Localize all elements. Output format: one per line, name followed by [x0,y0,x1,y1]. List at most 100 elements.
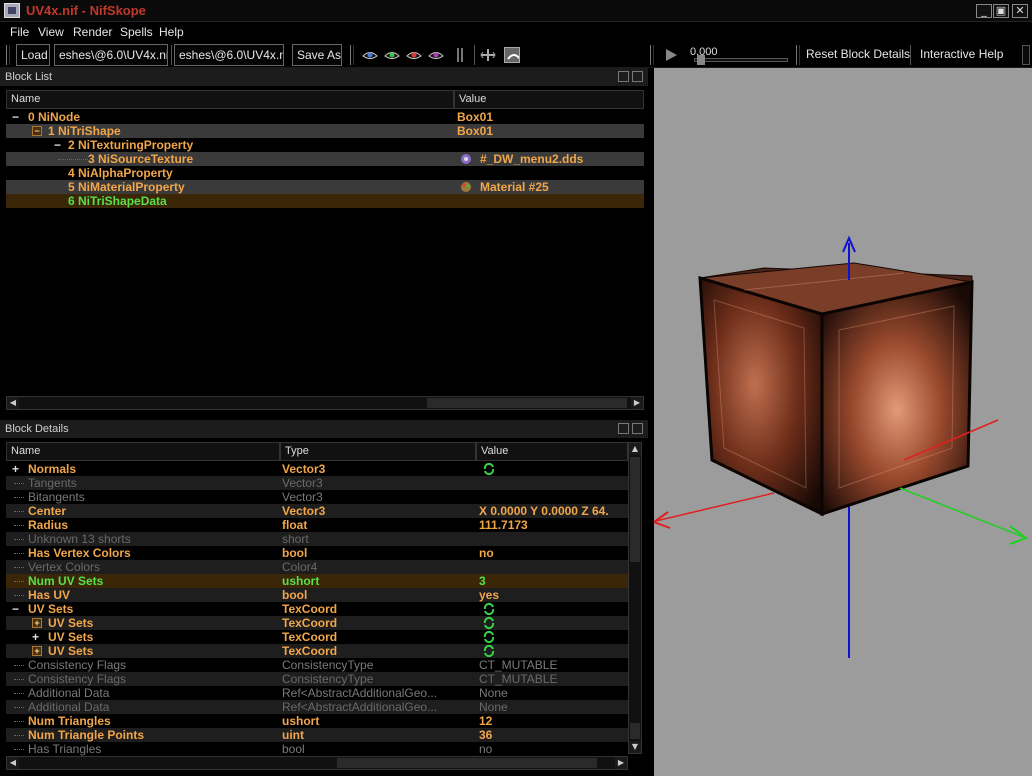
column-header-name[interactable]: Name [6,442,280,461]
view-side-icon[interactable] [406,47,422,63]
detail-value[interactable]: None [479,700,508,714]
scroll-thumb[interactable] [630,457,640,562]
interactive-help-button[interactable]: Interactive Help [920,47,1003,61]
expand-icon[interactable]: + [32,630,39,644]
detail-value[interactable]: CT_MUTABLE [479,672,557,686]
expand-icon[interactable]: + [32,646,42,656]
detail-value[interactable]: None [479,686,508,700]
column-header-name[interactable]: Name [6,90,454,109]
scroll-down-icon[interactable]: ▼ [629,741,641,753]
view-front-icon[interactable] [384,47,400,63]
scroll-thumb[interactable] [427,398,627,408]
detail-row[interactable]: Has UV bool yes [6,588,628,602]
scroll-track-lower[interactable] [630,723,640,739]
detail-row[interactable]: Has Vertex Colors bool no [6,546,628,560]
close-button[interactable]: ✕ [1012,4,1028,18]
scroll-right-icon[interactable]: ▶ [631,397,643,409]
toolbar-grip[interactable] [350,45,354,65]
block-list-hscrollbar[interactable]: ◀ ▶ [6,396,644,410]
detail-row[interactable]: Num Triangle Points uint 36 [6,728,628,742]
undock-icon[interactable] [618,423,629,434]
detail-row[interactable]: + Normals Vector3 [6,462,628,476]
scroll-left-icon[interactable]: ◀ [7,397,19,409]
detail-row[interactable]: Num Triangles ushort 12 [6,714,628,728]
time-slider[interactable] [694,58,788,62]
expand-icon[interactable]: + [32,618,42,628]
scene-canvas[interactable] [654,68,1032,776]
detail-row[interactable]: Tangents Vector3 [6,476,628,490]
detail-row[interactable]: Center Vector3 X 0.0000 Y 0.0000 Z 64. [6,504,628,518]
toolbar-extension-button[interactable] [1022,45,1030,65]
detail-value[interactable]: no [479,742,492,756]
perspective-icon[interactable] [504,47,520,63]
play-icon[interactable] [663,47,679,63]
panel-close-icon[interactable] [632,423,643,434]
column-header-value[interactable]: Value [476,442,628,461]
walk-mode-icon[interactable] [452,47,468,63]
array-icon[interactable] [482,616,496,630]
scroll-right-icon[interactable]: ▶ [615,757,627,769]
detail-value[interactable]: 36 [479,728,492,742]
detail-row[interactable]: + UV Sets TexCoord [6,630,628,644]
maximize-button[interactable]: ▣ [993,4,1009,18]
detail-row[interactable]: Radius float 111.7173 [6,518,628,532]
collapse-icon[interactable]: − [12,602,19,616]
panel-close-icon[interactable] [632,71,643,82]
detail-value[interactable]: 111.7173 [479,518,528,532]
view-user-icon[interactable] [428,47,444,63]
detail-value[interactable]: 12 [479,714,492,728]
scroll-thumb[interactable] [337,758,597,768]
detail-row[interactable]: Additional Data Ref<AbstractAdditionalGeo… [6,700,628,714]
flip-view-icon[interactable] [480,47,496,63]
detail-row[interactable]: Consistency Flags ConsistencyType CT_MUTAB… [6,658,628,672]
detail-row[interactable]: Additional Data Ref<AbstractAdditionalGeo… [6,686,628,700]
save-as-button[interactable]: Save As [292,44,342,66]
render-viewport[interactable] [652,68,1032,776]
detail-row[interactable]: + UV Sets TexCoord [6,644,628,658]
detail-row[interactable]: + UV Sets TexCoord [6,616,628,630]
view-top-icon[interactable] [362,47,378,63]
toolbar-grip[interactable] [796,45,800,65]
menu-file[interactable]: File [10,25,29,39]
block-details-hscrollbar[interactable]: ◀ ▶ [6,756,628,770]
toolbar-grip[interactable] [650,45,654,65]
menu-render[interactable]: Render [73,25,112,39]
scroll-up-icon[interactable]: ▲ [629,443,641,455]
tree-row[interactable]: 5 NiMaterialProperty Material #25 [6,180,644,194]
column-header-type[interactable]: Type [280,442,476,461]
block-details-vscrollbar[interactable]: ▲ ▼ [628,442,642,754]
menu-help[interactable]: Help [159,25,184,39]
array-icon[interactable] [482,644,496,658]
tree-row[interactable]: 4 NiAlphaProperty [6,166,644,180]
detail-row-selected[interactable]: Num UV Sets ushort 3 [6,574,628,588]
undock-icon[interactable] [618,71,629,82]
load-path-input[interactable]: eshes\@6.0\UV4x.nif [54,44,168,66]
detail-value[interactable]: yes [479,588,499,602]
reset-block-details-button[interactable]: Reset Block Details [806,47,910,61]
time-slider-handle[interactable] [697,55,705,65]
tree-row[interactable]: 3 NiSourceTexture #_DW_menu2.dds [6,152,644,166]
save-path-input[interactable]: eshes\@6.0\UV4x.nif [174,44,284,66]
detail-row[interactable]: Bitangents Vector3 [6,490,628,504]
load-button[interactable]: Load [16,44,50,66]
detail-row[interactable]: Has Triangles bool no [6,742,628,756]
scroll-left-icon[interactable]: ◀ [7,757,19,769]
menu-view[interactable]: View [38,25,64,39]
tree-row[interactable]: − 0 NiNode Box01 [6,110,644,124]
menu-spells[interactable]: Spells [120,25,153,39]
minimize-button[interactable]: _ [976,4,992,18]
detail-value[interactable]: 3 [479,574,486,588]
array-icon[interactable] [482,462,496,476]
array-icon[interactable] [482,602,496,616]
array-icon[interactable] [482,630,496,644]
toolbar-grip[interactable] [6,45,10,65]
detail-value[interactable]: X 0.0000 Y 0.0000 Z 64. [479,504,609,518]
tree-row[interactable]: − 1 NiTriShape Box01 [6,124,644,138]
detail-row[interactable]: Unknown 13 shorts short [6,532,628,546]
detail-row[interactable]: − UV Sets TexCoord [6,602,628,616]
detail-value[interactable]: CT_MUTABLE [479,658,557,672]
column-header-value[interactable]: Value [454,90,644,109]
detail-row[interactable]: Consistency Flags ConsistencyType CT_MUTAB… [6,672,628,686]
tree-row-selected[interactable]: 6 NiTriShapeData [6,194,644,208]
tree-row[interactable]: − 2 NiTexturingProperty [6,138,644,152]
